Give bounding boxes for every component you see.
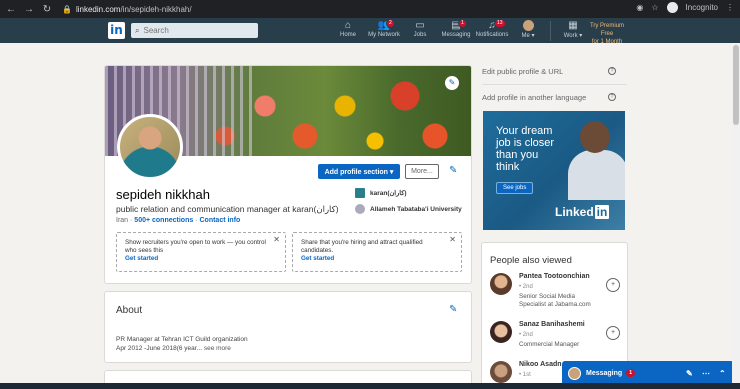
divider xyxy=(482,84,627,85)
help-icon[interactable]: ? xyxy=(608,93,616,101)
nav-messaging[interactable]: ▤ 1 Messaging xyxy=(438,19,474,41)
close-icon[interactable]: ✕ xyxy=(273,236,280,244)
avatar xyxy=(568,366,581,380)
school-link[interactable]: Allameh Tabataba'i University xyxy=(355,204,462,214)
premium-link[interactable]: Try Premium Free for 1 Month xyxy=(583,22,631,46)
scrollbar[interactable] xyxy=(732,43,740,383)
forward-icon[interactable]: → xyxy=(22,4,36,15)
hiring-box: ✕ Share that you're hiring and attract q… xyxy=(292,232,462,272)
notifications-badge: 13 xyxy=(494,19,506,28)
about-title: About xyxy=(116,305,143,316)
home-icon: ⌂ xyxy=(344,20,352,31)
edit-intro-icon[interactable]: ✎ xyxy=(449,165,457,176)
reload-icon[interactable]: ↻ xyxy=(40,4,54,15)
connections-link[interactable]: 500+ connections xyxy=(134,217,193,224)
linkedin-navbar: in ⌕ ⌂ Home 👥 2 My Network ▭ Jobs ▤ 1 Me… xyxy=(0,18,740,46)
chevron-up-icon[interactable]: ⌃ xyxy=(719,369,726,378)
search-input[interactable] xyxy=(143,26,244,35)
open-to-work-get-started[interactable]: Get started xyxy=(125,255,277,263)
connect-icon[interactable]: + xyxy=(606,326,620,340)
help-icon[interactable]: ? xyxy=(608,67,616,75)
eye-off-icon[interactable]: ◉ xyxy=(636,3,643,12)
connect-icon[interactable]: + xyxy=(606,278,620,292)
profile-headline: public relation and communication manage… xyxy=(116,204,339,214)
nav-jobs[interactable]: ▭ Jobs xyxy=(402,20,438,41)
avatar xyxy=(522,20,534,31)
nav-notifications[interactable]: ♫ 13 Notifications xyxy=(474,19,510,41)
profile-photo[interactable] xyxy=(117,114,183,180)
linkedin-logo[interactable]: in xyxy=(108,22,125,39)
nav-my-network[interactable]: 👥 2 My Network xyxy=(366,19,402,41)
company-link[interactable]: karan(کاران) xyxy=(355,188,406,198)
search-icon: ⌕ xyxy=(135,25,140,35)
about-card: About ✎ PR Manager at Tehran ICT Guild o… xyxy=(105,292,471,362)
open-to-work-box: ✕ Show recruiters you're open to work — … xyxy=(116,232,286,272)
nav-me[interactable]: Me ▾ xyxy=(510,20,546,41)
hiring-get-started[interactable]: Get started xyxy=(301,255,453,263)
back-icon[interactable]: ← xyxy=(4,4,18,15)
more-button[interactable]: More... xyxy=(405,164,439,179)
ad-person-image xyxy=(568,116,625,200)
messaging-badge: 1 xyxy=(458,19,467,28)
close-icon[interactable]: ✕ xyxy=(449,236,456,244)
network-badge: 2 xyxy=(386,19,395,28)
avatar xyxy=(490,361,512,383)
briefcase-icon: ▭ xyxy=(415,20,425,31)
see-jobs-button[interactable]: See jobs xyxy=(496,182,534,194)
chat-icon: ▤ xyxy=(451,20,461,31)
avatar xyxy=(490,273,512,295)
more-options-icon[interactable]: ⋯ xyxy=(702,369,710,378)
lock-icon: 🔒 xyxy=(62,4,72,14)
profile-meta: Iran · 500+ connections · Contact info xyxy=(116,217,241,224)
edit-about-icon[interactable]: ✎ xyxy=(449,304,457,315)
search-box[interactable]: ⌕ xyxy=(131,23,258,38)
nav-divider xyxy=(550,21,551,41)
address-bar[interactable]: linkedin.com/in/sepideh-nikkhah/ xyxy=(76,5,192,14)
school-logo-icon xyxy=(355,204,365,214)
avatar xyxy=(490,321,512,343)
contact-info-link[interactable]: Contact info xyxy=(199,217,240,224)
company-logo-icon xyxy=(355,188,365,198)
messaging-badge: 1 xyxy=(626,369,635,377)
job-ad-banner[interactable]: Your dream job is closer than you think … xyxy=(483,111,625,230)
os-taskbar xyxy=(0,383,740,389)
compose-icon[interactable]: ✎ xyxy=(686,369,693,378)
profile-name: sepideh nikkhah xyxy=(116,187,210,202)
network-icon: 👥 xyxy=(377,20,391,31)
add-language-profile-link[interactable]: Add profile in another language ? xyxy=(482,93,616,102)
linkedin-logo: Linked in xyxy=(555,205,610,219)
see-more-link[interactable]: see more xyxy=(204,345,231,352)
nav-home[interactable]: ⌂ Home xyxy=(330,20,366,41)
messaging-bar[interactable]: Messaging 1 ✎ ⋯ ⌃ xyxy=(562,361,734,385)
star-icon[interactable]: ☆ xyxy=(651,3,658,12)
browser-toolbar: ← → ↻ 🔒 linkedin.com/in/sepideh-nikkhah/… xyxy=(0,0,740,18)
incognito-icon[interactable] xyxy=(666,2,678,13)
people-also-viewed-title: People also viewed xyxy=(490,255,572,266)
incognito-label: Incognito xyxy=(685,3,718,12)
menu-icon[interactable]: ⋮ xyxy=(726,3,734,12)
add-profile-section-button[interactable]: Add profile section ▾ xyxy=(318,164,400,179)
about-text: PR Manager at Tehran ICT Guild organizat… xyxy=(116,336,248,352)
ad-headline: Your dream job is closer than you think xyxy=(496,125,555,173)
edit-public-profile-link[interactable]: Edit public profile & URL ? xyxy=(482,67,616,76)
edit-cover-icon[interactable]: ✎ xyxy=(445,76,459,90)
profile-card: ✎ Add profile section ▾ More... ✎ sepide… xyxy=(105,66,471,283)
